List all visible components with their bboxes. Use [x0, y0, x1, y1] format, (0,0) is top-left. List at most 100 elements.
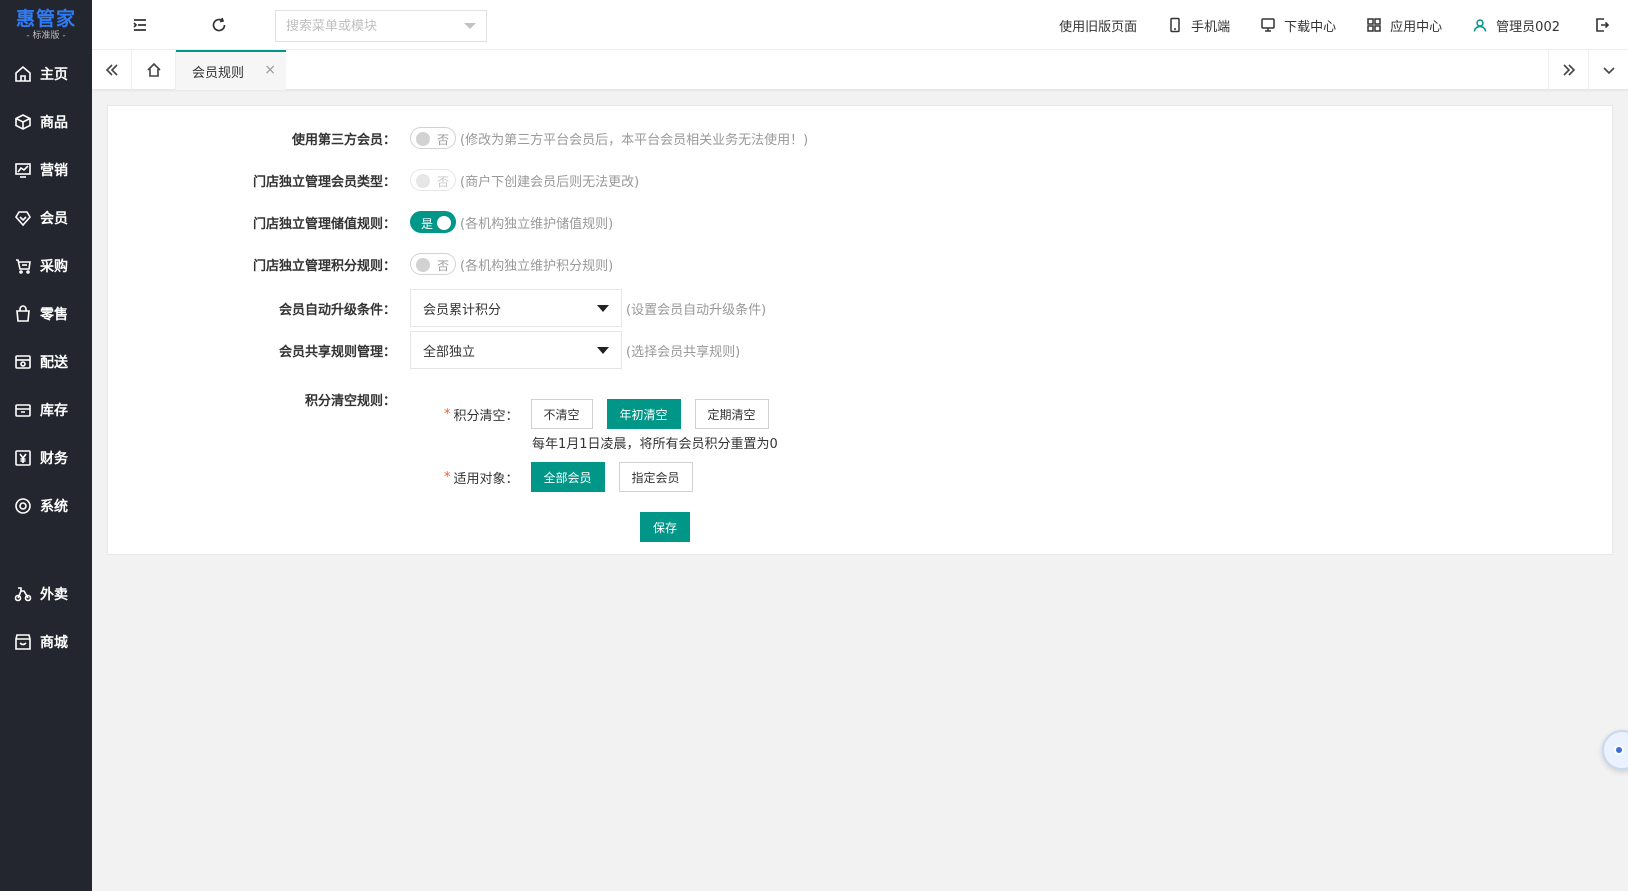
option-periodic-clear-button[interactable]: 定期清空 — [694, 399, 769, 429]
logout-button[interactable] — [1590, 13, 1614, 37]
sidebar-item-label: 系统 — [40, 499, 68, 515]
assistant-float-button[interactable] — [1602, 730, 1628, 770]
tab-label: 会员规则 — [192, 65, 245, 81]
switch-knob — [416, 258, 430, 272]
mobile-label: 手机端 — [1191, 19, 1231, 35]
logo-subtitle: - 标准版 - — [26, 30, 66, 41]
option-no-clear-button[interactable]: 不清空 — [530, 399, 593, 429]
sidebar-item-finance[interactable]: 财务 — [0, 434, 92, 482]
row-third-party: 使用第三方会员： 否 (修改为第三方平台会员后，本平台会员相关业务无法使用！) — [108, 124, 808, 152]
row-store-stored-value: 门店独立管理储值规则： 是 (各机构独立维护储值规则) — [108, 208, 613, 236]
switch-text: 否 — [436, 133, 449, 147]
tab-member-rules[interactable]: 会员规则 × — [176, 50, 286, 90]
chart-icon — [15, 163, 31, 178]
menu-search[interactable] — [275, 10, 487, 42]
target-specific-members-button[interactable]: 指定会员 — [618, 462, 693, 492]
option-year-start-clear-button[interactable]: 年初清空 — [606, 399, 681, 429]
label-auto-upgrade: 会员自动升级条件： — [278, 302, 396, 318]
switch-text: 是 — [421, 217, 434, 231]
row-target: * 适用对象： 全部会员 指定会员 — [444, 462, 693, 492]
sidebar-item-label: 配送 — [40, 355, 68, 371]
sidebar-item-label: 零售 — [40, 307, 68, 323]
label-store-member-type: 门店独立管理会员类型： — [252, 174, 396, 190]
row-auto-upgrade: 会员自动升级条件： 会员累计积分 (设置会员自动升级条件) — [108, 289, 766, 327]
share-rule-select[interactable]: 全部独立 — [410, 331, 622, 369]
store-member-type-switch[interactable]: 否 — [410, 169, 456, 191]
tab-more-button[interactable] — [1588, 50, 1628, 90]
sidebar-item-products[interactable]: 商品 — [0, 98, 92, 146]
label-third-party: 使用第三方会员： — [291, 132, 396, 148]
double-chevron-right-icon — [1562, 64, 1575, 76]
row-share-rule: 会员共享规则管理： 全部独立 (选择会员共享规则) — [108, 331, 740, 369]
row-store-points: 门店独立管理积分规则： 否 (各机构独立维护积分规则) — [108, 250, 613, 278]
required-mark: * — [444, 469, 451, 485]
search-input[interactable] — [286, 18, 464, 34]
store-stored-value-switch[interactable]: 是 — [410, 211, 456, 233]
required-mark: * — [444, 406, 451, 422]
sidebar-item-label: 营销 — [40, 163, 68, 179]
mobile-link[interactable]: 手机端 — [1167, 16, 1230, 35]
sidebar-item-label: 外卖 — [40, 587, 68, 603]
chevron-down-icon — [464, 23, 476, 29]
tab-close-icon[interactable]: × — [264, 62, 276, 78]
top-header: 使用旧版页面 手机端 下载中心 应用中心 管理员002 — [92, 0, 1628, 50]
sidebar-item-retail[interactable]: 零售 — [0, 290, 92, 338]
download-center-link[interactable]: 下载中心 — [1260, 16, 1336, 35]
home-icon — [15, 65, 31, 82]
cube-icon — [15, 114, 31, 130]
tab-scroll-left-button[interactable] — [92, 50, 132, 90]
store-points-switch[interactable]: 否 — [410, 253, 456, 275]
monitor-icon — [1261, 18, 1275, 32]
apps-grid-icon — [1367, 18, 1381, 32]
delivery-icon — [15, 355, 31, 369]
caret-down-icon — [597, 304, 609, 312]
sidebar-item-system[interactable]: 系统 — [0, 482, 92, 530]
hint-third-party: (修改为第三方平台会员后，本平台会员相关业务无法使用！) — [460, 132, 809, 148]
inventory-icon — [15, 404, 31, 417]
logo-title: 惠管家 — [15, 7, 76, 30]
bag-icon — [16, 305, 30, 322]
user-menu[interactable]: 管理员002 — [1472, 16, 1560, 35]
label-points-clear: 积分清空规则： — [304, 394, 396, 409]
tab-home-button[interactable] — [132, 50, 176, 90]
app-center-link[interactable]: 应用中心 — [1366, 16, 1442, 35]
clear-label: 积分清空： — [453, 408, 519, 424]
sidebar: 惠管家 - 标准版 - 主页 商品 营销 会员 采购 零售 配送 库存 财务 系… — [0, 0, 92, 891]
old-page-label: 使用旧版页面 — [1059, 19, 1138, 35]
user-icon — [1473, 19, 1487, 32]
sidebar-item-purchase[interactable]: 采购 — [0, 242, 92, 290]
takeaway-icon — [14, 587, 32, 602]
sidebar-item-label: 财务 — [40, 451, 68, 467]
switch-knob — [416, 132, 430, 146]
switch-text: 否 — [436, 259, 449, 273]
third-party-switch[interactable]: 否 — [410, 127, 456, 149]
auto-upgrade-select[interactable]: 会员累计积分 — [410, 289, 622, 327]
hint-share-rule: (选择会员共享规则) — [626, 344, 741, 360]
sidebar-item-delivery[interactable]: 配送 — [0, 338, 92, 386]
chevron-down-icon — [1602, 67, 1615, 75]
tab-scroll-right-button[interactable] — [1548, 50, 1588, 90]
sidebar-item-marketing[interactable]: 营销 — [0, 146, 92, 194]
select-value: 全部独立 — [423, 344, 476, 360]
sidebar-item-home[interactable]: 主页 — [0, 50, 92, 98]
switch-knob — [437, 216, 451, 230]
download-label: 下载中心 — [1284, 19, 1337, 35]
refresh-icon — [212, 17, 226, 32]
mobile-icon — [1170, 17, 1180, 33]
hint-store-points: (各机构独立维护积分规则) — [460, 258, 614, 274]
old-page-link[interactable]: 使用旧版页面 — [1059, 16, 1137, 35]
menu-fold-icon — [133, 19, 146, 31]
home-icon — [146, 62, 161, 77]
sidebar-item-label: 会员 — [40, 211, 68, 227]
menu-toggle-button[interactable] — [128, 13, 152, 37]
sidebar-item-inventory[interactable]: 库存 — [0, 386, 92, 434]
top-right-links: 使用旧版页面 手机端 下载中心 应用中心 管理员002 — [1059, 0, 1628, 50]
sidebar-item-label: 主页 — [40, 67, 68, 83]
refresh-button[interactable] — [207, 13, 231, 37]
save-button[interactable]: 保存 — [640, 512, 691, 542]
sidebar-item-mall[interactable]: 商城 — [0, 618, 92, 666]
sidebar-item-label: 商城 — [40, 635, 68, 651]
sidebar-item-members[interactable]: 会员 — [0, 194, 92, 242]
sidebar-item-takeaway[interactable]: 外卖 — [0, 570, 92, 618]
target-all-members-button[interactable]: 全部会员 — [530, 462, 605, 492]
